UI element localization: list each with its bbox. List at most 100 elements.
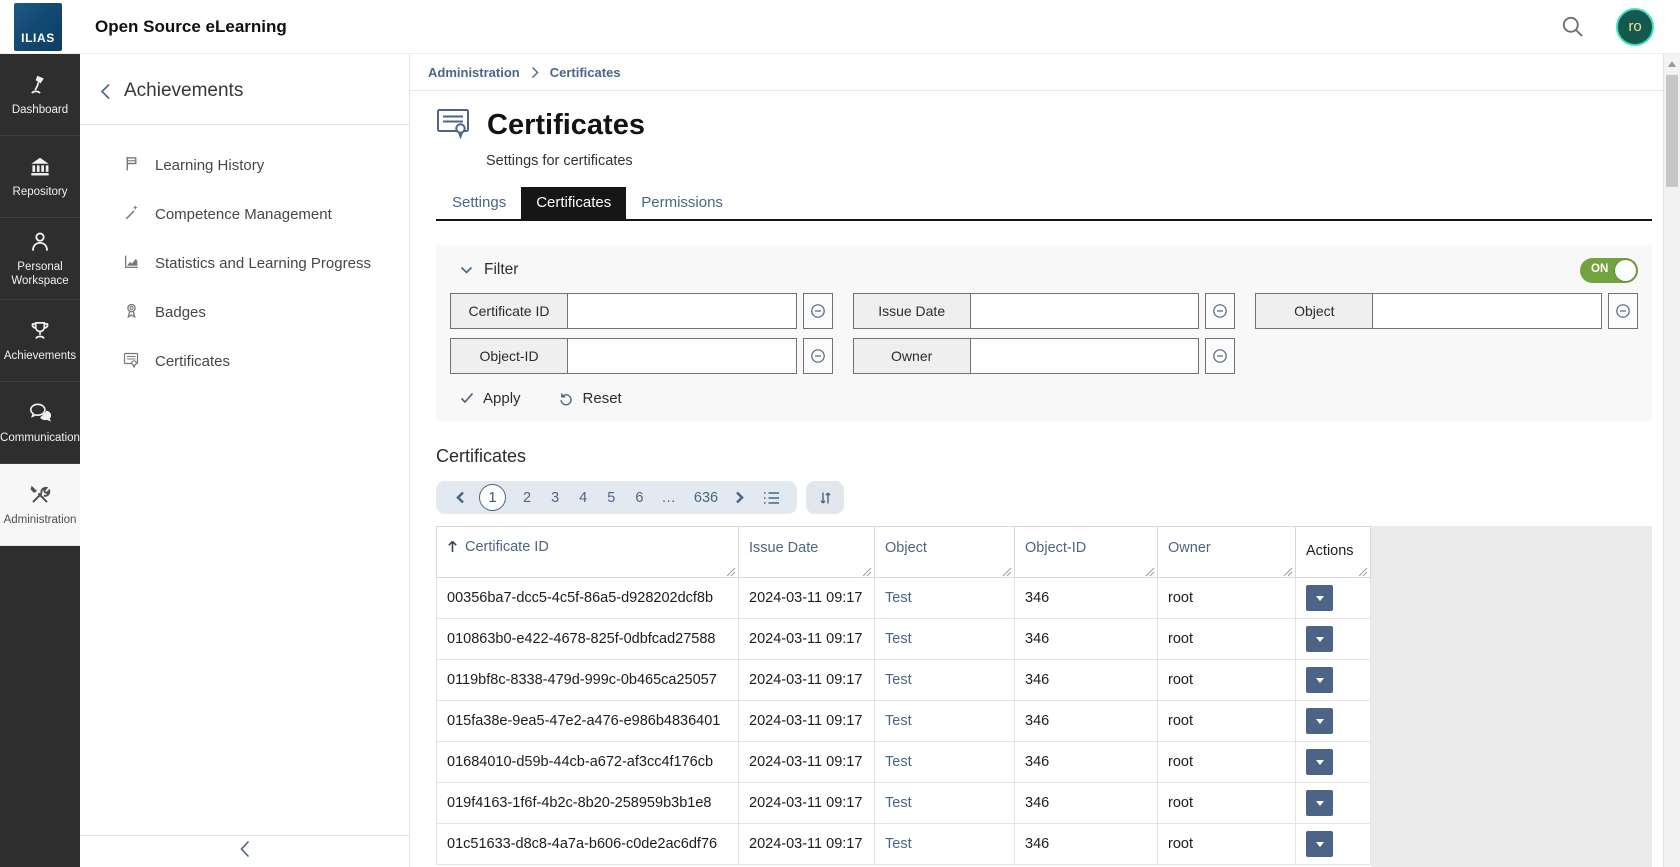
sidebar-item-label: Badges [155, 304, 206, 321]
row-actions-dropdown[interactable] [1306, 790, 1333, 816]
object-link[interactable]: Test [885, 631, 912, 647]
avatar[interactable]: ro [1616, 8, 1654, 46]
cell-object-id: 346 [1015, 701, 1158, 742]
object-link[interactable]: Test [885, 672, 912, 688]
cell-actions [1296, 660, 1371, 701]
breadcrumb-administration[interactable]: Administration [428, 65, 520, 80]
sort-by-object[interactable]: Object [885, 540, 927, 556]
page-2-button[interactable]: 2 [513, 490, 541, 506]
column-resize-handle[interactable] [1283, 565, 1293, 575]
sidebar-item-badges[interactable]: Badges [80, 288, 409, 337]
object-link[interactable]: Test [885, 590, 912, 606]
sort-by-owner[interactable]: Owner [1168, 540, 1211, 556]
breadcrumb-certificates[interactable]: Certificates [550, 65, 621, 80]
table-row: 019f4163-1f6f-4b2c-8b20-258959b3b1e8 202… [437, 783, 1371, 824]
apply-button[interactable]: Apply [460, 390, 521, 407]
sort-by-object-id[interactable]: Object-ID [1025, 540, 1086, 556]
caret-down-icon [1316, 637, 1324, 642]
filter-collapse-toggle[interactable]: Filter [450, 261, 518, 279]
page-6-button[interactable]: 6 [625, 490, 653, 506]
column-resize-handle[interactable] [726, 565, 736, 575]
object-link[interactable]: Test [885, 836, 912, 852]
rail-item-communication[interactable]: Communication [0, 382, 80, 464]
page-4-button[interactable]: 4 [569, 490, 597, 506]
rows-per-page-button[interactable] [751, 491, 784, 505]
tab-settings[interactable]: Settings [437, 187, 521, 219]
sort-by-issue-date[interactable]: Issue Date [749, 540, 818, 556]
page-1-button-current[interactable]: 1 [479, 484, 506, 511]
remove-filter-button[interactable] [1205, 338, 1235, 374]
rail-item-repository[interactable]: Repository [0, 136, 80, 218]
lamp-icon [27, 72, 53, 98]
filter-actions: Apply Reset [450, 386, 1638, 410]
page-5-button[interactable]: 5 [597, 490, 625, 506]
row-actions-dropdown[interactable] [1306, 831, 1333, 857]
column-resize-handle[interactable] [862, 565, 872, 575]
column-resize-handle[interactable] [1358, 565, 1368, 575]
next-page-button[interactable] [728, 491, 751, 504]
cell-owner: root [1158, 619, 1296, 660]
sidebar-item-certificates[interactable]: Certificates [80, 337, 409, 386]
column-resize-handle[interactable] [1002, 565, 1012, 575]
row-actions-dropdown[interactable] [1306, 667, 1333, 693]
previous-page-button[interactable] [449, 491, 472, 504]
rail-item-achievements[interactable]: Achievements [0, 300, 80, 382]
rail-item-personal-workspace[interactable]: Personal Workspace [0, 218, 80, 300]
row-actions-dropdown[interactable] [1306, 585, 1333, 611]
rail-item-label: Repository [10, 185, 71, 199]
scroll-up-arrow[interactable] [1668, 61, 1676, 67]
cell-actions [1296, 783, 1371, 824]
row-actions-dropdown[interactable] [1306, 749, 1333, 775]
object-id-input[interactable] [568, 338, 797, 374]
sidebar-item-learning-history[interactable]: Learning History [80, 141, 409, 190]
ilias-logo[interactable]: ILIAS [14, 3, 62, 51]
remove-filter-button[interactable] [803, 338, 833, 374]
sidebar-collapse-button[interactable] [80, 835, 409, 867]
filter-field-owner: Owner [853, 338, 1236, 374]
vertical-scrollbar[interactable] [1663, 54, 1680, 867]
tab-permissions[interactable]: Permissions [626, 187, 738, 219]
row-actions-dropdown[interactable] [1306, 626, 1333, 652]
rail-item-dashboard[interactable]: Dashboard [0, 54, 80, 136]
caret-down-icon [1316, 719, 1324, 724]
page-3-button[interactable]: 3 [541, 490, 569, 506]
row-actions-dropdown[interactable] [1306, 708, 1333, 734]
sidebar-item-competence-management[interactable]: Competence Management [80, 190, 409, 239]
reset-icon [558, 391, 574, 406]
main-content: Administration Certificates Certificates… [410, 54, 1663, 867]
cell-certificate-id: 015fa38e-9ea5-47e2-a476-e986b4836401 [437, 701, 739, 742]
cell-object-id: 346 [1015, 824, 1158, 865]
sidebar-item-statistics[interactable]: Statistics and Learning Progress [80, 239, 409, 288]
rail-item-administration[interactable]: Administration [0, 464, 80, 546]
remove-filter-button[interactable] [803, 293, 833, 329]
scrollbar-thumb[interactable] [1666, 75, 1678, 187]
object-link[interactable]: Test [885, 754, 912, 770]
tab-certificates[interactable]: Certificates [521, 187, 626, 219]
filter-field-certificate-id: Certificate ID [450, 293, 833, 329]
owner-input[interactable] [971, 338, 1200, 374]
object-input[interactable] [1373, 293, 1602, 329]
object-link[interactable]: Test [885, 713, 912, 729]
table-row: 00356ba7-dcc5-4c5f-86a5-d928202dcf8b 202… [437, 578, 1371, 619]
reset-button[interactable]: Reset [558, 390, 622, 407]
cell-actions [1296, 578, 1371, 619]
issue-date-input[interactable] [971, 293, 1200, 329]
sort-by-certificate-id[interactable]: Certificate ID [447, 539, 549, 555]
remove-filter-button[interactable] [1608, 293, 1638, 329]
certificate-id-input[interactable] [568, 293, 797, 329]
cell-object: Test [875, 701, 1015, 742]
cell-certificate-id: 00356ba7-dcc5-4c5f-86a5-d928202dcf8b [437, 578, 739, 619]
object-link[interactable]: Test [885, 795, 912, 811]
chevron-left-icon[interactable] [100, 83, 111, 100]
cell-certificate-id: 019f4163-1f6f-4b2c-8b20-258959b3b1e8 [437, 783, 739, 824]
filter-on-toggle[interactable]: ON [1580, 258, 1638, 283]
table-row: 015fa38e-9ea5-47e2-a476-e986b4836401 202… [437, 701, 1371, 742]
column-resize-handle[interactable] [1145, 565, 1155, 575]
apply-label: Apply [483, 390, 521, 407]
remove-filter-button[interactable] [1205, 293, 1235, 329]
filter-field-object-id: Object-ID [450, 338, 833, 374]
search-icon[interactable] [1559, 13, 1586, 40]
page-636-button[interactable]: 636 [684, 490, 728, 506]
sort-order-button[interactable] [806, 481, 844, 514]
cell-object-id: 346 [1015, 783, 1158, 824]
